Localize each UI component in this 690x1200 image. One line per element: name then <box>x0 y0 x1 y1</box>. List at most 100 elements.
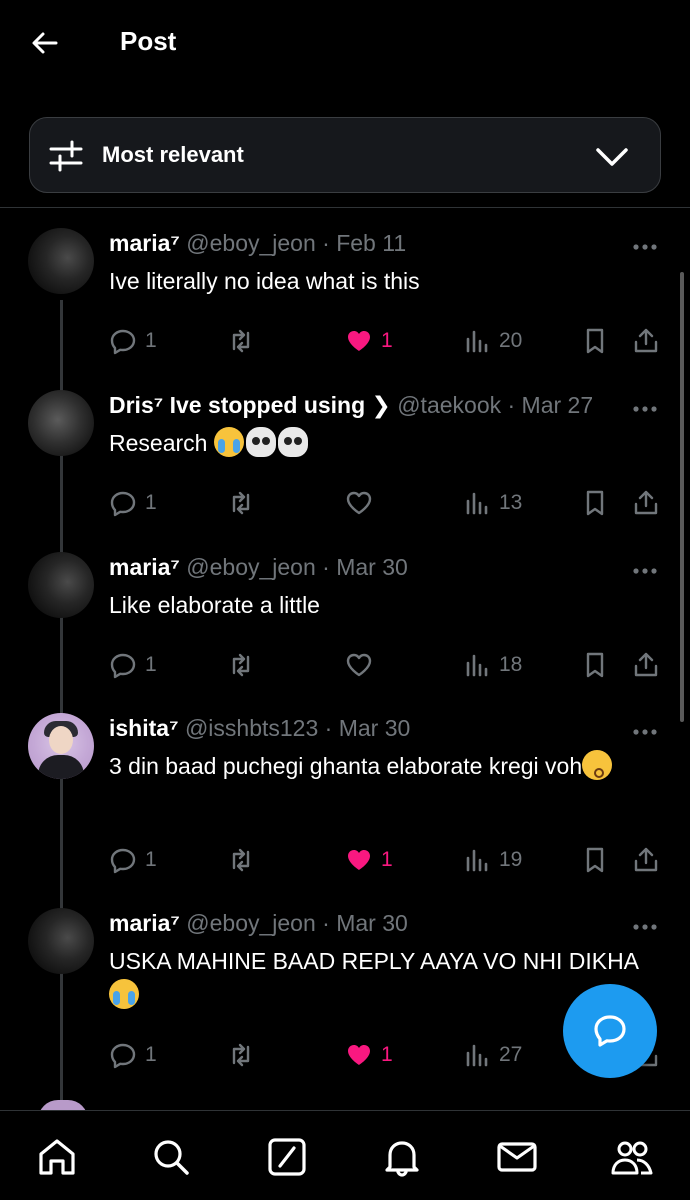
action-bar: 1 13 <box>109 486 669 520</box>
grok-icon[interactable] <box>265 1135 309 1179</box>
like-button[interactable] <box>345 486 381 520</box>
reply-text-content: USKA MAHINE BAAD REPLY AAYA VO NHI DIKHA <box>109 948 640 974</box>
views-chart-icon <box>466 654 488 677</box>
share-button[interactable] <box>632 843 660 877</box>
loudly-crying-face-emoji <box>213 427 244 457</box>
heart-filled-icon <box>348 850 370 870</box>
communities-icon[interactable] <box>610 1135 654 1179</box>
avatar[interactable] <box>28 552 94 618</box>
retweet-button[interactable] <box>227 486 263 520</box>
reply-icon <box>110 848 136 874</box>
display-name[interactable]: maria⁷ <box>109 554 180 580</box>
scrollbar[interactable] <box>680 272 684 722</box>
action-bar: 1 1 20 <box>109 324 669 358</box>
bookmark-button[interactable] <box>581 486 609 520</box>
more-options-icon[interactable] <box>632 243 658 251</box>
views-chart-icon <box>466 330 488 353</box>
reply-count: 1 <box>145 653 157 676</box>
view-count: 27 <box>499 1043 523 1066</box>
reply-count: 1 <box>145 1043 157 1066</box>
bookmark-icon <box>586 490 604 516</box>
handle[interactable]: @eboy_jeon <box>186 554 316 580</box>
handle[interactable]: @eboy_jeon <box>186 230 316 256</box>
reply-icon <box>110 329 136 355</box>
avatar[interactable] <box>28 390 94 456</box>
timestamp[interactable]: · Mar 30 <box>322 554 408 580</box>
views-button[interactable]: 19 <box>463 843 522 877</box>
display-name[interactable]: Dris⁷ Ive stopped using ❯ <box>109 392 391 418</box>
reply-icon <box>110 1043 136 1069</box>
back-arrow-icon[interactable] <box>28 26 62 60</box>
retweet-icon <box>232 848 250 872</box>
header: Post <box>0 0 690 90</box>
bookmark-icon <box>586 328 604 354</box>
display-name[interactable]: ishita⁷ <box>109 715 179 741</box>
retweet-button[interactable] <box>227 648 263 682</box>
heart-filled-icon <box>348 331 370 351</box>
retweet-button[interactable] <box>227 843 263 877</box>
sliders-icon <box>49 140 83 172</box>
views-button[interactable]: 27 <box>463 1038 522 1072</box>
handle[interactable]: @taekook <box>397 392 501 418</box>
share-button[interactable] <box>632 486 660 520</box>
reply-button[interactable]: 1 <box>109 648 157 682</box>
compose-reply-button[interactable] <box>563 984 657 1078</box>
more-options-icon[interactable] <box>632 567 658 575</box>
action-bar: 1 1 19 <box>109 843 669 877</box>
view-count: 18 <box>499 653 523 676</box>
bookmark-button[interactable] <box>581 843 609 877</box>
like-button[interactable]: 1 <box>345 1038 393 1072</box>
home-icon[interactable] <box>35 1135 79 1179</box>
retweet-icon <box>232 329 250 353</box>
timestamp[interactable]: · Mar 27 <box>508 392 594 418</box>
handle[interactable]: @isshbts123 <box>185 715 318 741</box>
handle[interactable]: @eboy_jeon <box>186 910 316 936</box>
reply-meta: maria⁷ @eboy_jeon · Mar 30 <box>109 910 624 937</box>
reply-button[interactable]: 1 <box>109 324 157 358</box>
views-chart-icon <box>466 492 488 515</box>
reply-text: 3 din baad puchegi ghanta elaborate kreg… <box>109 749 654 817</box>
timestamp[interactable]: · Mar 30 <box>325 715 411 741</box>
retweet-icon <box>232 491 250 515</box>
reply-text: Ive literally no idea what is this <box>109 264 654 298</box>
like-button[interactable]: 1 <box>345 324 393 358</box>
view-count: 13 <box>499 491 523 514</box>
like-button[interactable]: 1 <box>345 843 393 877</box>
retweet-button[interactable] <box>227 1038 263 1072</box>
more-options-icon[interactable] <box>632 923 658 931</box>
share-button[interactable] <box>632 648 660 682</box>
more-options-icon[interactable] <box>632 728 658 736</box>
reply-button[interactable]: 1 <box>109 486 157 520</box>
views-chart-icon <box>466 1044 488 1067</box>
page-title: Post <box>120 26 177 56</box>
chevron-down-icon <box>596 148 628 166</box>
bookmark-button[interactable] <box>581 648 609 682</box>
reply-text-content: 3 din baad puchegi ghanta elaborate kreg… <box>109 753 583 779</box>
reply-button[interactable]: 1 <box>109 1038 157 1072</box>
search-icon[interactable] <box>149 1135 193 1179</box>
views-button[interactable]: 13 <box>463 486 522 520</box>
timestamp[interactable]: · Feb 11 <box>322 230 406 256</box>
heart-filled-icon <box>348 1045 370 1065</box>
bookmark-button[interactable] <box>581 324 609 358</box>
display-name[interactable]: maria⁷ <box>109 910 180 936</box>
avatar[interactable] <box>28 713 94 779</box>
views-button[interactable]: 20 <box>463 324 522 358</box>
reply-icon <box>110 491 136 517</box>
skull-emoji <box>277 427 308 457</box>
more-options-icon[interactable] <box>632 405 658 413</box>
like-button[interactable] <box>345 648 381 682</box>
timestamp[interactable]: · Mar 30 <box>322 910 408 936</box>
reply-count: 1 <box>145 848 157 871</box>
display-name[interactable]: maria⁷ <box>109 230 180 256</box>
notifications-bell-icon[interactable] <box>380 1135 424 1179</box>
share-button[interactable] <box>632 324 660 358</box>
messages-envelope-icon[interactable] <box>495 1135 539 1179</box>
avatar[interactable] <box>28 908 94 974</box>
views-button[interactable]: 18 <box>463 648 522 682</box>
avatar[interactable] <box>28 228 94 294</box>
sort-dropdown[interactable]: Most relevant <box>29 117 661 193</box>
retweet-button[interactable] <box>227 324 263 358</box>
reply-text: Like elaborate a little <box>109 588 654 622</box>
reply-button[interactable]: 1 <box>109 843 157 877</box>
